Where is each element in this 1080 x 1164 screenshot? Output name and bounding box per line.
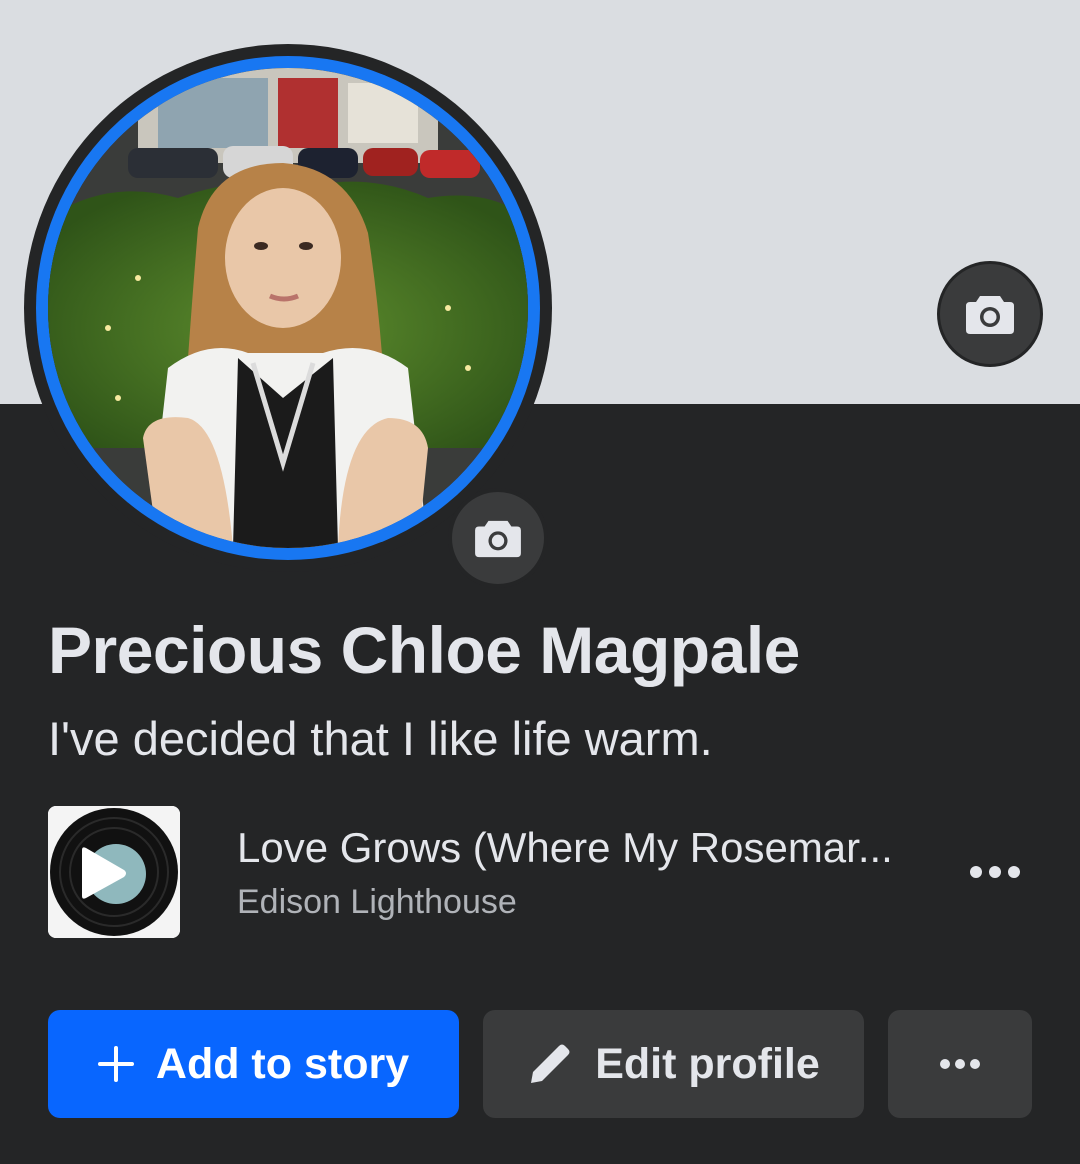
music-more-button[interactable]: [960, 850, 1030, 894]
profile-music: Love Grows (Where My Rosemar... Edison L…: [48, 806, 1032, 938]
cover-camera-button[interactable]: [937, 261, 1043, 367]
song-artist: Edison Lighthouse: [237, 883, 517, 921]
profile-picture[interactable]: [48, 68, 528, 548]
camera-icon: [966, 296, 1014, 334]
song-title[interactable]: Love Grows (Where My Rosemar...: [237, 824, 893, 872]
plus-icon: [97, 1046, 134, 1082]
more-options-button[interactable]: [888, 1010, 1032, 1118]
more-horizontal-icon: [970, 866, 1020, 878]
profile-name: Precious Chloe Magpale: [48, 613, 800, 687]
camera-icon: [475, 520, 521, 558]
profile-picture-frame: [24, 44, 552, 588]
profile-photo-image: [48, 68, 528, 548]
profile-picture-camera-button[interactable]: [448, 488, 548, 588]
edit-profile-label: Edit profile: [595, 1039, 820, 1088]
add-to-story-label: Add to story: [155, 1039, 410, 1088]
profile-bio: I've decided that I like life warm.: [48, 712, 713, 765]
more-horizontal-icon: [940, 1059, 980, 1069]
edit-profile-button[interactable]: Edit profile: [483, 1010, 864, 1118]
add-to-story-button[interactable]: Add to story: [48, 1010, 459, 1118]
profile-page: Precious Chloe Magpale I've decided that…: [0, 0, 1080, 1164]
album-art-play-button[interactable]: [48, 806, 180, 938]
pencil-icon: [527, 1041, 573, 1087]
vinyl-record-image: [48, 806, 180, 938]
